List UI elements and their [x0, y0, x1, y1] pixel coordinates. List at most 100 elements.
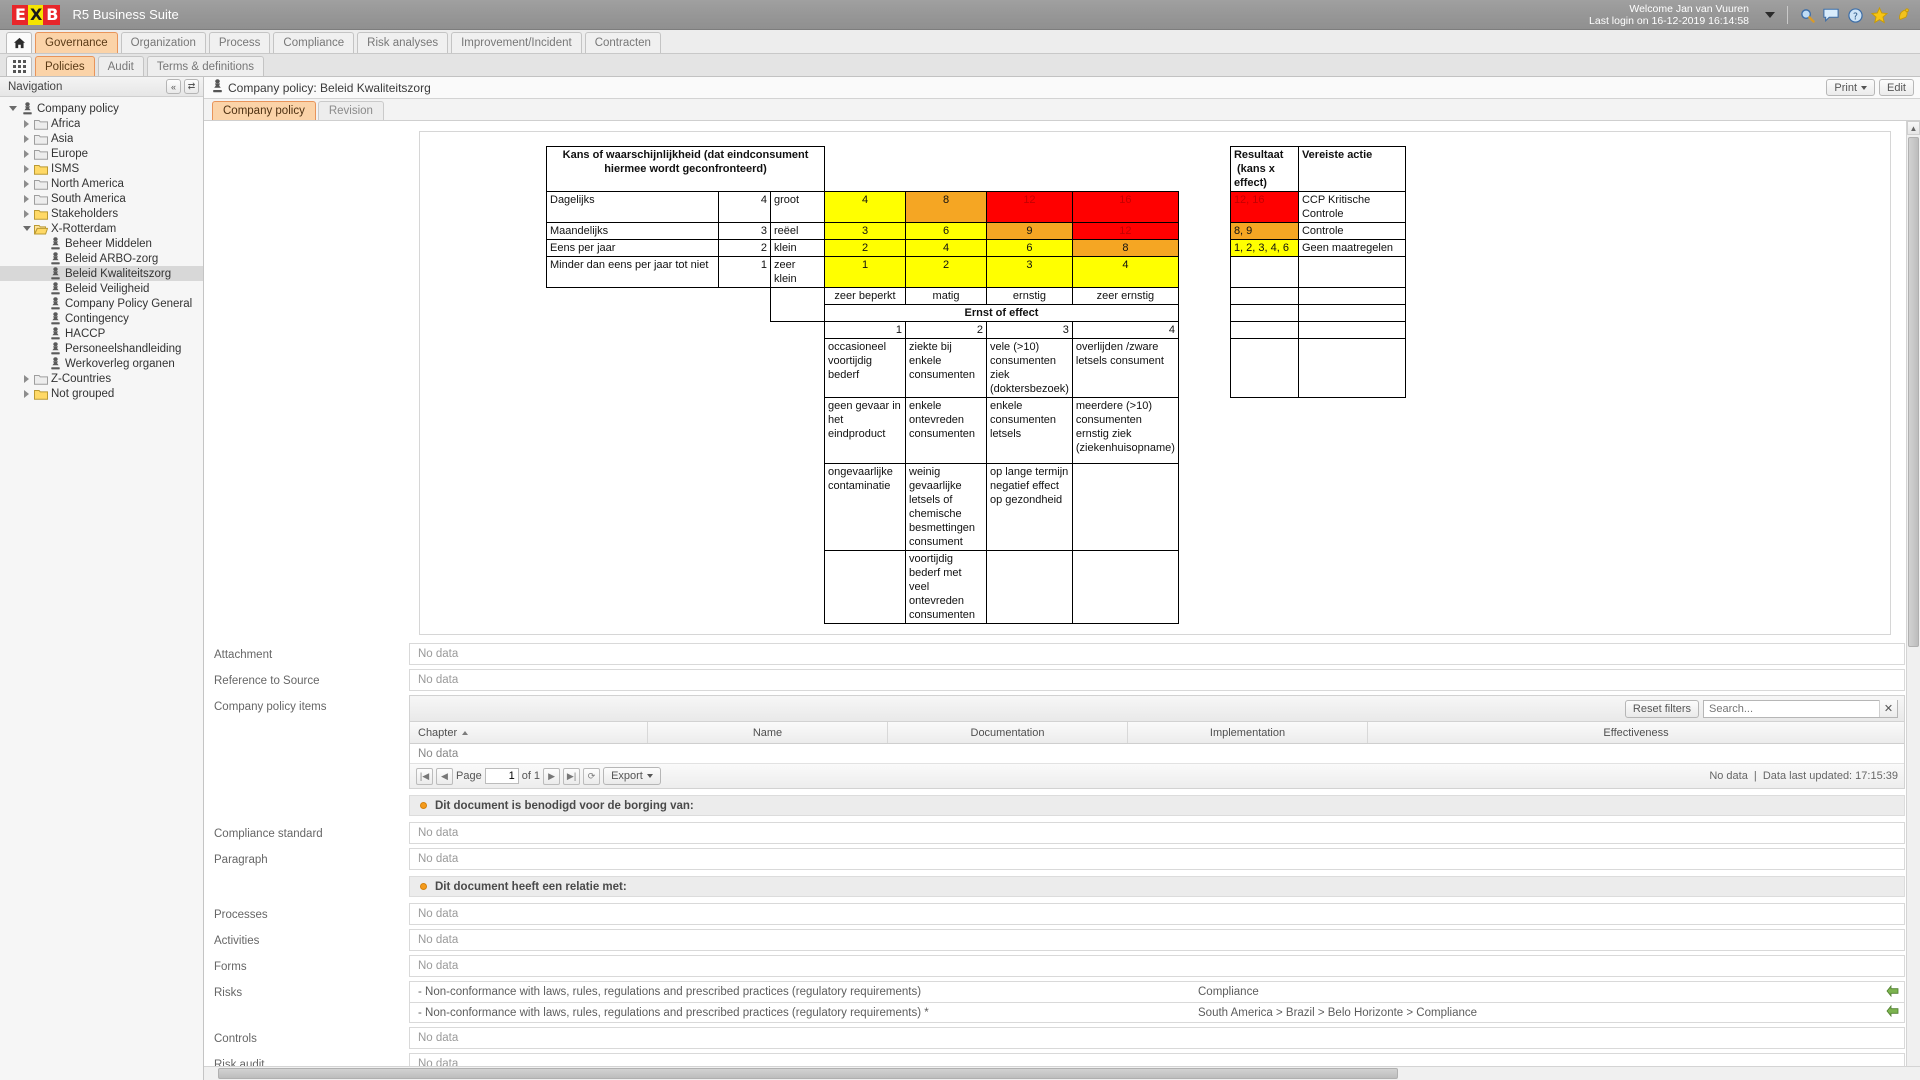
nav-item-z-countries[interactable]: Z-Countries: [0, 371, 203, 386]
export-label: Export: [611, 770, 643, 782]
apps-grid-button[interactable]: [6, 56, 32, 76]
folder-open-icon: [33, 223, 49, 235]
tab-organization[interactable]: Organization: [120, 32, 206, 53]
effect-description-cell: overlijden /zware letsels consument: [1071, 338, 1179, 398]
tab-audit[interactable]: Audit: [97, 56, 144, 76]
print-button[interactable]: Print: [1826, 79, 1876, 96]
tree-expand-right-icon[interactable]: [20, 209, 33, 218]
collapse-panel-button[interactable]: «: [166, 79, 181, 94]
richtext-field-row: Kans of waarschijnlijkheid (dat eindcons…: [204, 121, 1920, 641]
tab-company-policy[interactable]: Company policy: [212, 101, 316, 120]
search-icon[interactable]: [1798, 6, 1816, 24]
content-vertical-scrollbar[interactable]: ▲ ▼: [1906, 121, 1920, 1080]
nav-item-south-america[interactable]: South America: [0, 191, 203, 206]
nav-item-stakeholders[interactable]: Stakeholders: [0, 206, 203, 221]
user-menu-caret-icon[interactable]: [1765, 12, 1775, 18]
goto-risk-button[interactable]: [1880, 984, 1904, 1000]
grid-column-header-effectiveness[interactable]: Effectiveness: [1368, 722, 1904, 743]
home-button[interactable]: [6, 32, 32, 53]
nav-item-beheer-middelen[interactable]: Beheer Middelen: [0, 236, 203, 251]
tree-expand-right-icon[interactable]: [20, 374, 33, 383]
nav-item-company-policy[interactable]: Company policy: [0, 101, 203, 116]
scrollbar-thumb[interactable]: [1908, 137, 1919, 647]
nav-item-africa[interactable]: Africa: [0, 116, 203, 131]
tab-revision[interactable]: Revision: [317, 101, 384, 120]
tab-contracten[interactable]: Contracten: [584, 32, 661, 53]
field-row-activities: Activities No data: [204, 927, 1920, 953]
effect-description-cell: enkele consumenten letsels: [986, 397, 1073, 464]
tree-expand-right-icon[interactable]: [20, 119, 33, 128]
help-icon[interactable]: ?: [1846, 6, 1864, 24]
navigation-tree[interactable]: Company policy Africa Asia Europe ISMS North …: [0, 97, 203, 1080]
tab-compliance[interactable]: Compliance: [273, 32, 355, 53]
refresh-tree-button[interactable]: ⇄: [184, 79, 199, 94]
nav-item-beleid-arbo-zorg[interactable]: Beleid ARBO-zorg: [0, 251, 203, 266]
edit-button[interactable]: Edit: [1879, 79, 1914, 96]
nav-item-personeelshandleiding[interactable]: Personeelshandleiding: [0, 341, 203, 356]
nav-item-haccp[interactable]: HACCP: [0, 326, 203, 341]
goto-risk-button[interactable]: [1880, 1004, 1904, 1020]
grid-column-header-chapter[interactable]: Chapter: [410, 722, 648, 743]
tab-improvement-incident[interactable]: Improvement/Incident: [451, 32, 582, 53]
value-attachment[interactable]: No data: [409, 643, 1905, 665]
value-compliance-standard[interactable]: No data: [409, 822, 1905, 844]
nav-item-contingency[interactable]: Contingency: [0, 311, 203, 326]
tree-expand-down-icon[interactable]: [6, 106, 19, 111]
tree-expand-right-icon[interactable]: [20, 149, 33, 158]
nav-item-beleid-veiligheid[interactable]: Beleid Veiligheid: [0, 281, 203, 296]
value-processes[interactable]: No data: [409, 903, 1905, 925]
refresh-grid-button[interactable]: ⟳: [583, 767, 601, 785]
risk-row[interactable]: - Non-conformance with laws, rules, regu…: [409, 1002, 1905, 1023]
nav-item-north-america[interactable]: North America: [0, 176, 203, 191]
grid-pager: |◀ ◀ Page of 1 ▶ ▶| ⟳ Export No data |: [410, 764, 1904, 788]
label-compliance-standard: Compliance standard: [214, 828, 323, 840]
nav-item-europe[interactable]: Europe: [0, 146, 203, 161]
first-page-button[interactable]: |◀: [416, 767, 433, 785]
chat-icon[interactable]: [1822, 6, 1840, 24]
tab-policies[interactable]: Policies: [35, 56, 95, 76]
value-activities[interactable]: No data: [409, 929, 1905, 951]
nav-item-isms[interactable]: ISMS: [0, 161, 203, 176]
policy-doc-icon: [47, 267, 63, 280]
tree-expand-right-icon[interactable]: [20, 194, 33, 203]
content-horizontal-scrollbar[interactable]: [204, 1066, 1920, 1080]
navigation-panel: Navigation « ⇄ Company policy Africa Asia E…: [0, 77, 204, 1080]
value-paragraph[interactable]: No data: [409, 848, 1905, 870]
value-forms[interactable]: No data: [409, 955, 1905, 977]
favorites-star-icon[interactable]: [1870, 6, 1888, 24]
grid-column-header-implementation[interactable]: Implementation: [1128, 722, 1368, 743]
tab-risk-analyses[interactable]: Risk analyses: [357, 32, 449, 53]
tree-expand-down-icon[interactable]: [20, 226, 33, 231]
reset-filters-button[interactable]: Reset filters: [1624, 699, 1699, 718]
last-page-button[interactable]: ▶|: [563, 767, 581, 785]
risk-row[interactable]: - Non-conformance with laws, rules, regu…: [409, 981, 1905, 1002]
tab-terms-definitions[interactable]: Terms & definitions: [146, 56, 265, 76]
nav-item-not-grouped[interactable]: Not grouped: [0, 386, 203, 401]
scrollbar-thumb[interactable]: [218, 1068, 1398, 1079]
search-input[interactable]: [1704, 700, 1879, 717]
page-number-input[interactable]: [484, 768, 519, 784]
nav-item-x-rotterdam[interactable]: X-Rotterdam: [0, 221, 203, 236]
tree-expand-right-icon[interactable]: [20, 134, 33, 143]
tab-process[interactable]: Process: [208, 32, 271, 53]
matrix-score-cell: 9: [986, 222, 1073, 240]
nav-item-werkoverleg-organen[interactable]: Werkoverleg organen: [0, 356, 203, 371]
tree-expand-right-icon[interactable]: [20, 389, 33, 398]
tree-expand-right-icon[interactable]: [20, 164, 33, 173]
clear-search-icon[interactable]: ✕: [1879, 700, 1897, 717]
grid-column-header-name[interactable]: Name: [648, 722, 888, 743]
value-controls[interactable]: No data: [409, 1027, 1905, 1049]
nav-item-beleid-kwaliteitszorg[interactable]: Beleid Kwaliteitszorg: [0, 266, 203, 281]
likelihood-word: zeer klein: [770, 256, 825, 288]
grid-column-header-documentation[interactable]: Documentation: [888, 722, 1128, 743]
prev-page-button[interactable]: ◀: [436, 767, 453, 785]
export-button[interactable]: Export: [603, 767, 661, 785]
tree-expand-right-icon[interactable]: [20, 179, 33, 188]
scroll-up-arrow-icon[interactable]: ▲: [1907, 121, 1920, 135]
notifications-bell-icon[interactable]: [1894, 6, 1912, 24]
tab-governance[interactable]: Governance: [35, 32, 118, 53]
nav-item-company-policy-general[interactable]: Company Policy General: [0, 296, 203, 311]
value-reference-to-source[interactable]: No data: [409, 669, 1905, 691]
next-page-button[interactable]: ▶: [543, 767, 561, 785]
nav-item-asia[interactable]: Asia: [0, 131, 203, 146]
